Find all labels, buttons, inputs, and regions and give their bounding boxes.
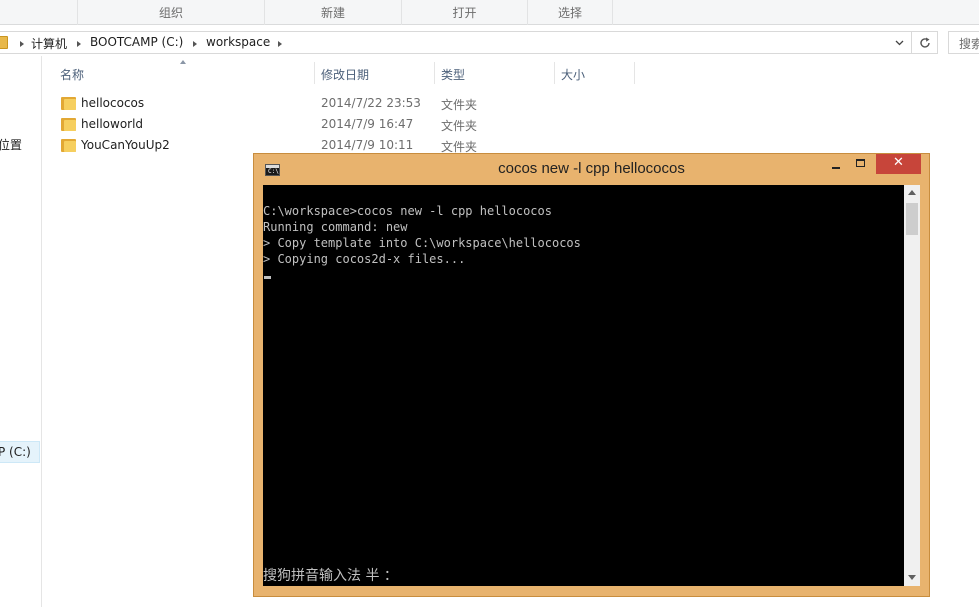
breadcrumb-separator-icon[interactable] <box>77 41 81 47</box>
file-name: YouCanYouUp2 <box>81 138 170 152</box>
breadcrumb-separator-icon[interactable] <box>278 41 282 47</box>
breadcrumb-bootcamp[interactable]: BOOTCAMP (C:) <box>90 35 183 49</box>
scroll-up-icon[interactable] <box>908 190 916 195</box>
file-type: 文件夹 <box>441 119 478 133</box>
breadcrumb-workspace[interactable]: workspace <box>206 35 270 49</box>
nav-item-selected[interactable]: P (C:) <box>0 441 40 463</box>
maximize-icon <box>856 159 865 167</box>
console-window[interactable]: C:\ cocos new -l cpp hellococos ✕ C:\wor… <box>253 153 930 597</box>
nav-item-locations[interactable]: 位置 <box>0 136 22 153</box>
console-line: Running command: new <box>263 220 408 234</box>
file-name: helloworld <box>81 117 144 131</box>
folder-icon <box>61 139 76 152</box>
search-input[interactable]: 搜索 <box>948 31 979 54</box>
breadcrumb-computer[interactable]: 计算机 <box>31 35 67 52</box>
close-button[interactable]: ✕ <box>876 154 921 174</box>
breadcrumb-separator-icon[interactable] <box>20 41 24 47</box>
column-divider[interactable] <box>434 62 435 84</box>
file-date: 2014/7/22 23:53 <box>321 96 421 110</box>
file-type: 文件夹 <box>441 98 478 112</box>
ribbon-group-open[interactable]: 打开 <box>401 0 527 25</box>
ribbon-group-select[interactable]: 选择 <box>527 0 613 25</box>
vertical-scrollbar[interactable] <box>904 185 920 586</box>
file-date: 2014/7/9 16:47 <box>321 117 414 131</box>
folder-icon <box>61 97 76 110</box>
console-output[interactable]: C:\workspace>cocos new -l cpp hellococos… <box>263 185 904 586</box>
sort-ascending-icon <box>180 60 186 64</box>
column-divider[interactable] <box>634 62 635 84</box>
minimize-button[interactable] <box>825 154 847 174</box>
file-name: hellococos <box>81 96 145 110</box>
search-placeholder: 搜索 <box>959 37 979 51</box>
folder-icon <box>0 36 8 49</box>
ribbon-group-organize[interactable]: 组织 <box>77 0 264 25</box>
column-header-date[interactable]: 修改日期 <box>321 66 369 84</box>
refresh-icon <box>920 37 930 48</box>
breadcrumb-separator-icon[interactable] <box>193 41 197 47</box>
minimize-icon <box>832 167 840 169</box>
console-line: > Copy template into C:\workspace\helloc… <box>263 236 581 250</box>
navigation-pane: 位置 P (C:) <box>0 56 42 607</box>
ribbon-group-new[interactable]: 新建 <box>264 0 401 25</box>
close-icon: ✕ <box>893 155 904 170</box>
nav-item-drive: P (C:) <box>0 445 31 459</box>
text-cursor <box>264 276 271 279</box>
refresh-button[interactable] <box>912 31 938 54</box>
console-line: > Copying cocos2d-x files... <box>263 252 466 266</box>
column-header-type[interactable]: 类型 <box>441 66 465 84</box>
file-row[interactable]: hellococos 2014/7/22 23:53 文件夹 <box>55 93 495 114</box>
ribbon: 组织 新建 打开 选择 <box>0 0 979 25</box>
folder-icon <box>61 118 76 131</box>
scrollbar-thumb[interactable] <box>906 203 918 235</box>
address-bar[interactable]: 计算机 BOOTCAMP (C:) workspace <box>0 31 912 54</box>
column-divider[interactable] <box>554 62 555 84</box>
file-row[interactable]: helloworld 2014/7/9 16:47 文件夹 <box>55 114 495 135</box>
file-date: 2014/7/9 10:11 <box>321 138 414 152</box>
chevron-down-icon[interactable] <box>895 38 904 47</box>
scroll-down-icon[interactable] <box>908 575 916 580</box>
console-line: C:\workspace>cocos new -l cpp hellococos <box>263 204 552 218</box>
column-header-name[interactable]: 名称 <box>60 66 84 84</box>
ime-status: 搜狗拼音输入法 半 ： <box>263 568 398 584</box>
column-divider[interactable] <box>314 62 315 84</box>
console-titlebar[interactable]: C:\ cocos new -l cpp hellococos ✕ <box>254 154 929 185</box>
maximize-button[interactable] <box>850 154 872 174</box>
column-header-size[interactable]: 大小 <box>561 66 585 84</box>
